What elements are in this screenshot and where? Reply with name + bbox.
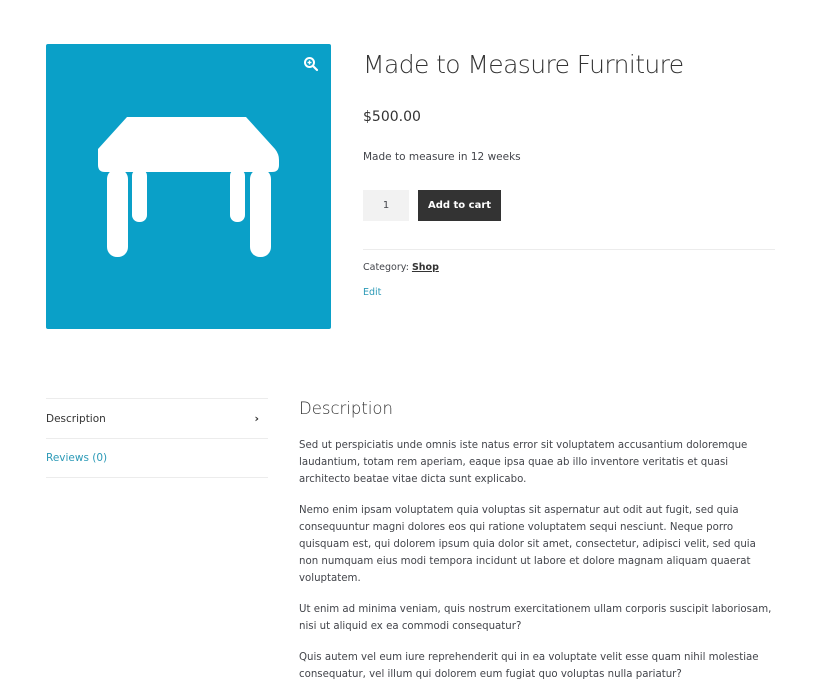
product-category: Category: Shop <box>363 262 439 273</box>
description-paragraph: Nemo enim ipsam voluptatem quia voluptas… <box>299 505 756 584</box>
product-title: Made to Measure Furniture <box>363 50 684 79</box>
edit-link[interactable]: Edit <box>363 287 381 298</box>
add-to-cart-button[interactable]: Add to cart <box>418 190 501 221</box>
chevron-right-icon: › <box>254 412 259 425</box>
zoom-icon[interactable] <box>303 56 319 72</box>
product-summary: Made to Measure Furniture $500.00 Made t… <box>363 44 775 298</box>
description-paragraph: Sed ut perspiciatis unde omnis iste natu… <box>299 440 748 485</box>
tab-reviews-label: Reviews (0) <box>46 452 108 464</box>
quantity-input[interactable] <box>363 190 409 221</box>
product-price: $500.00 <box>363 109 421 125</box>
divider <box>363 249 775 250</box>
description-panel: Description Sed ut perspiciatis unde omn… <box>299 398 775 681</box>
description-paragraph: Quis autem vel eum iure reprehenderit qu… <box>299 652 759 680</box>
description-paragraph: Ut enim ad minima veniam, quis nostrum e… <box>299 604 772 632</box>
add-to-cart-form: Add to cart <box>363 190 775 221</box>
table-icon <box>98 117 279 257</box>
category-link[interactable]: Shop <box>412 262 439 273</box>
product-tabs: Description › Reviews (0) <box>46 398 268 478</box>
tab-reviews[interactable]: Reviews (0) <box>46 438 268 478</box>
category-label: Category: <box>363 262 409 273</box>
product-image[interactable] <box>46 44 331 329</box>
description-heading: Description <box>299 399 393 418</box>
tab-description[interactable]: Description › <box>46 398 268 438</box>
product-short-description: Made to measure in 12 weeks <box>363 151 521 163</box>
tab-description-label: Description <box>46 412 106 425</box>
